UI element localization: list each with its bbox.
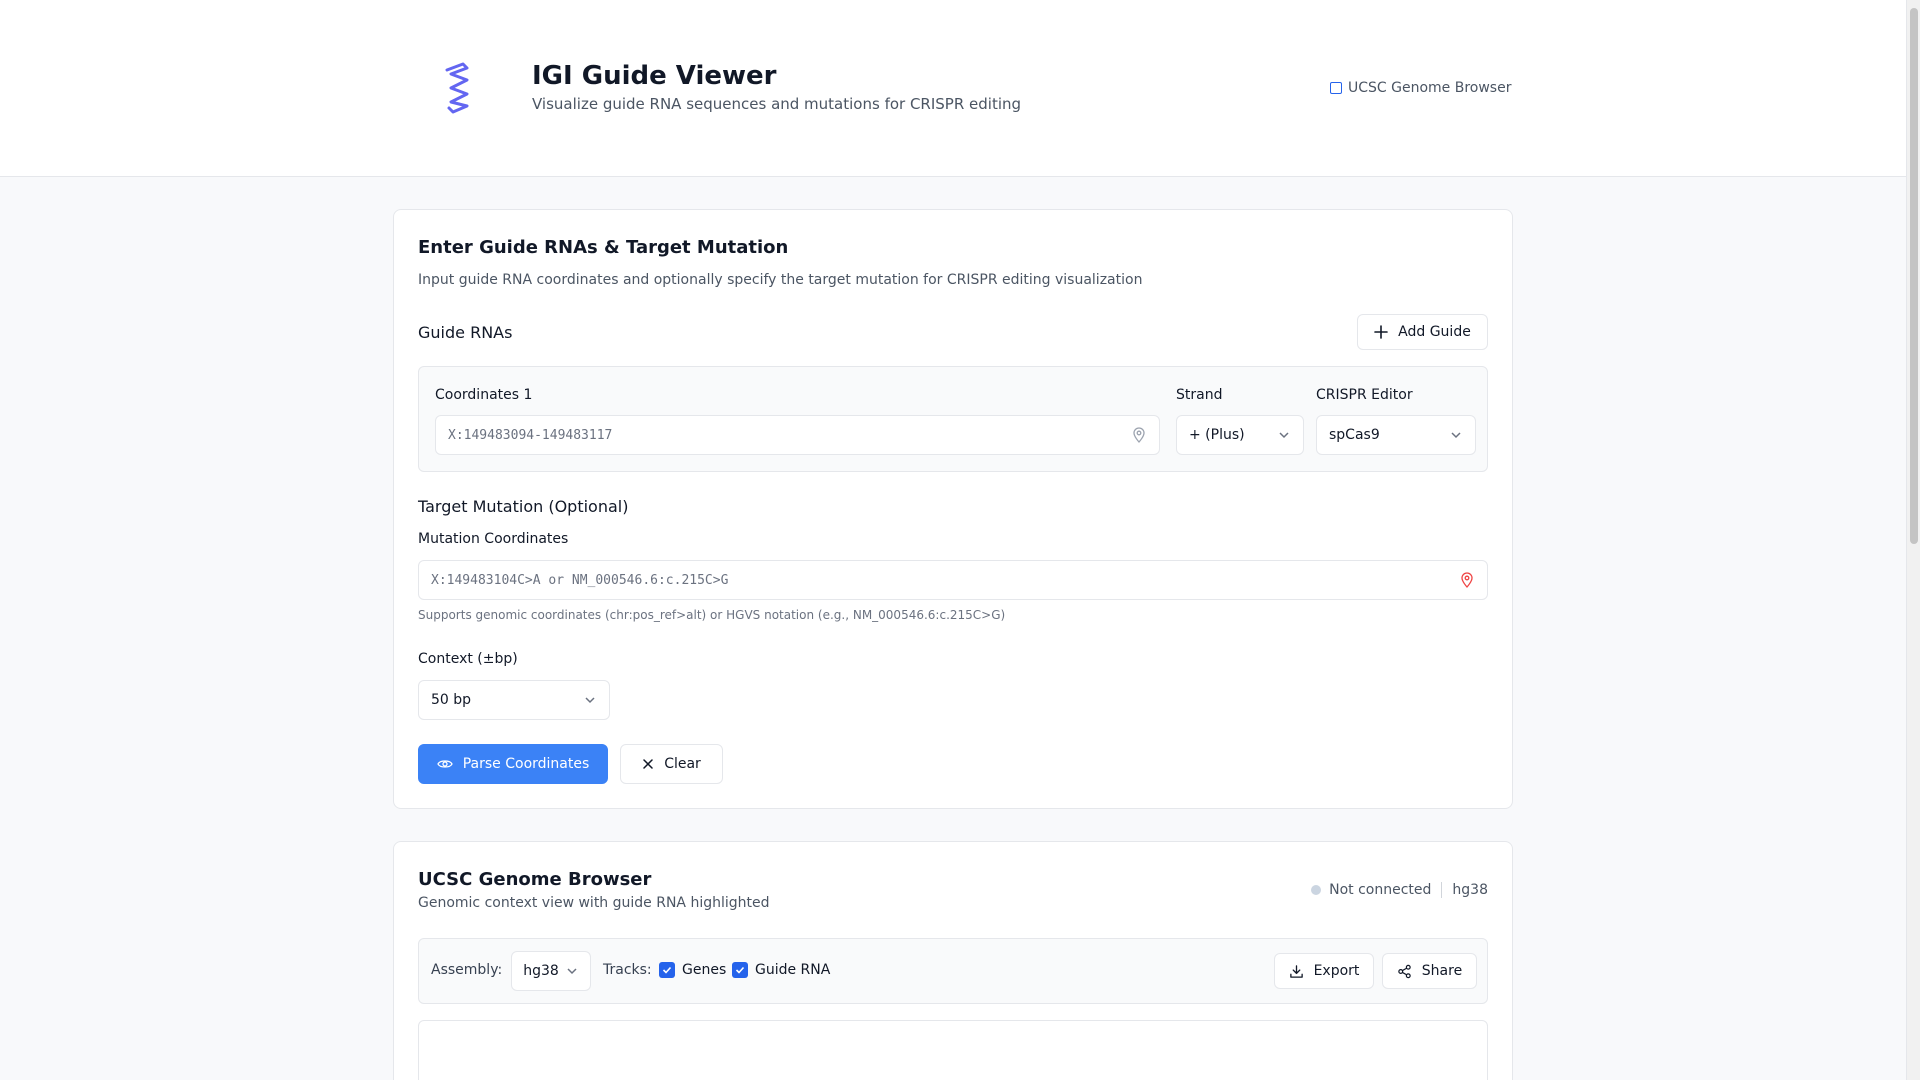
page-scrollbar[interactable]: [1906, 0, 1920, 1080]
track-genes-checkbox[interactable]: Genes: [659, 962, 726, 978]
check-icon: [732, 962, 748, 978]
tracks-label: Tracks:: [603, 962, 652, 978]
strand-label: Strand: [1176, 387, 1223, 403]
clear-button[interactable]: Clear: [620, 744, 723, 784]
share-label: Share: [1421, 963, 1463, 979]
share-button[interactable]: Share: [1382, 953, 1477, 989]
map-pin-icon: [1133, 427, 1145, 443]
input-card-title: Enter Guide RNAs & Target Mutation: [418, 237, 789, 258]
context-select[interactable]: 50 bp: [418, 680, 610, 720]
app-subtitle: Visualize guide RNA sequences and mutati…: [532, 95, 1022, 113]
export-label: Export: [1313, 963, 1360, 979]
x-icon: [643, 759, 653, 769]
context-value: 50 bp: [431, 692, 472, 708]
assembly-value: hg38: [523, 963, 559, 979]
download-icon: [1289, 964, 1303, 978]
coordinates-label: Coordinates 1: [435, 387, 533, 403]
crispr-editor-select[interactable]: spCas9: [1316, 415, 1476, 455]
map-pin-icon: [1461, 572, 1473, 588]
app-header: IGI Guide Viewer Visualize guide RNA seq…: [0, 0, 1906, 177]
track-guide-checkbox[interactable]: Guide RNA: [732, 962, 830, 978]
genome-browser-view[interactable]: [418, 1020, 1488, 1080]
strand-value: + (Plus): [1189, 427, 1245, 443]
mutation-help-text: Supports genomic coordinates (chr:pos_re…: [418, 608, 1006, 622]
clear-label: Clear: [664, 756, 701, 772]
status-divider: [1441, 882, 1443, 898]
share-icon: [1398, 964, 1411, 978]
track-genes-label: Genes: [682, 962, 727, 978]
coordinates-placeholder: X:149483094-149483117: [448, 427, 613, 443]
eye-icon: [436, 760, 453, 768]
status-dot: [1311, 885, 1322, 895]
context-label: Context (±bp): [418, 651, 518, 667]
input-card-description: Input guide RNA coordinates and optional…: [418, 272, 1143, 288]
browser-card-description: Genomic context view with guide RNA high…: [418, 895, 770, 911]
ucsc-external-link[interactable]: UCSC Genome Browser: [1330, 80, 1511, 96]
parse-coordinates-button[interactable]: Parse Coordinates: [418, 744, 608, 784]
genome-browser-card: UCSC Genome Browser Genomic context view…: [393, 841, 1513, 1080]
ucsc-link-label: UCSC Genome Browser: [1348, 80, 1512, 96]
dna-logo-icon: [445, 62, 469, 114]
export-button[interactable]: Export: [1274, 953, 1374, 989]
mutation-coordinates-label: Mutation Coordinates: [418, 531, 569, 547]
chevron-down-icon: [585, 697, 595, 704]
external-link-icon: [1330, 82, 1342, 94]
browser-toolbar: Assembly: hg38 Tracks: Genes Guide RNA E…: [418, 938, 1488, 1004]
chevron-down-icon: [1279, 432, 1289, 439]
parse-coordinates-label: Parse Coordinates: [462, 756, 590, 772]
chevron-down-icon: [1451, 432, 1461, 439]
mutation-placeholder: X:149483104C>A or NM_000546.6:c.215C>G: [431, 572, 729, 588]
add-guide-button[interactable]: Add Guide: [1357, 314, 1488, 350]
mutation-coordinates-input[interactable]: X:149483104C>A or NM_000546.6:c.215C>G: [418, 560, 1488, 600]
status-text: Not connected: [1329, 882, 1432, 898]
browser-card-title: UCSC Genome Browser: [418, 869, 652, 890]
app-title: IGI Guide Viewer: [532, 61, 777, 91]
assembly-badge: hg38: [1452, 882, 1488, 898]
check-icon: [659, 962, 675, 978]
add-guide-label: Add Guide: [1398, 324, 1471, 340]
plus-icon: [1374, 325, 1388, 339]
target-mutation-label: Target Mutation (Optional): [418, 497, 629, 516]
chevron-down-icon: [567, 968, 577, 975]
guide-input-card: Enter Guide RNAs & Target Mutation Input…: [393, 209, 1513, 809]
assembly-select[interactable]: hg38: [511, 951, 591, 991]
assembly-label: Assembly:: [431, 962, 503, 978]
scrollbar-thumb[interactable]: [1910, 8, 1918, 544]
crispr-editor-value: spCas9: [1329, 427, 1380, 443]
coordinates-input[interactable]: X:149483094-149483117: [435, 415, 1160, 455]
connection-status: Not connected hg38: [1311, 882, 1488, 898]
guide-rnas-label: Guide RNAs: [418, 323, 513, 342]
track-guide-label: Guide RNA: [755, 962, 831, 978]
crispr-editor-label: CRISPR Editor: [1316, 387, 1413, 403]
strand-select[interactable]: + (Plus): [1176, 415, 1304, 455]
guide-row: Coordinates 1 X:149483094-149483117 Stra…: [418, 366, 1488, 472]
